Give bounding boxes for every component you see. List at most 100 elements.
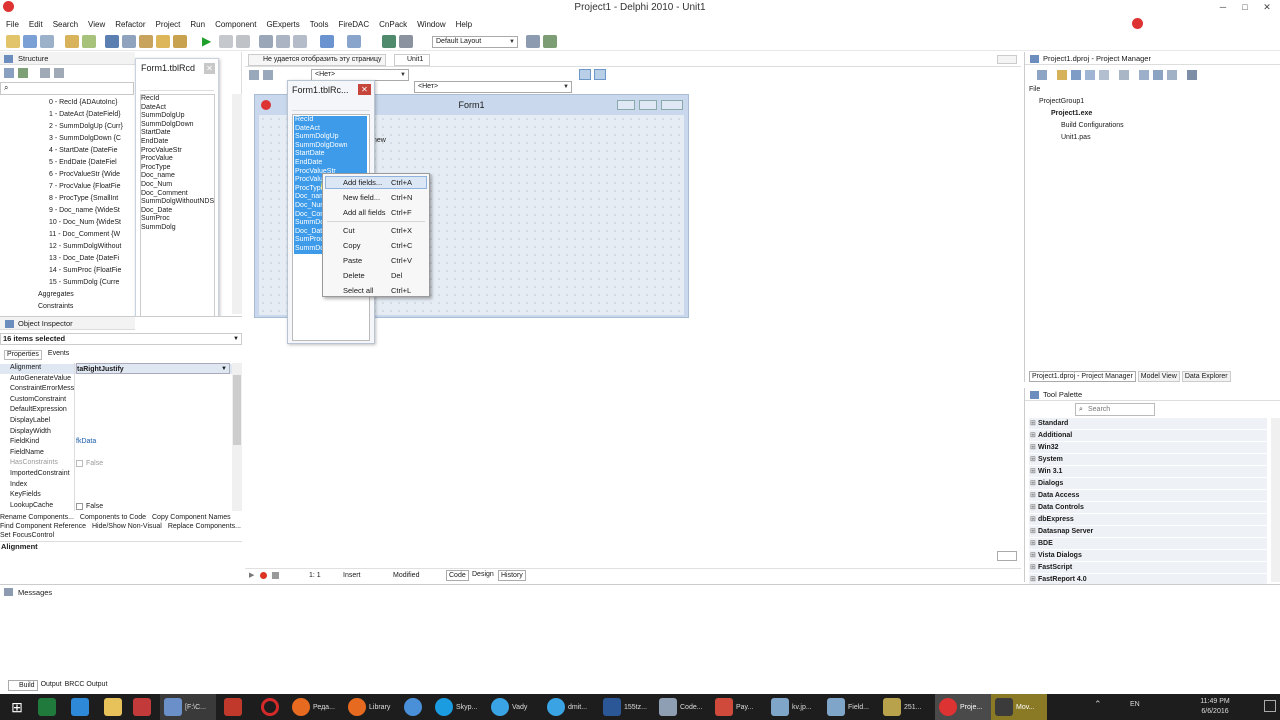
- clean-icon[interactable]: [1167, 70, 1177, 80]
- language-indicator[interactable]: EN: [1130, 701, 1140, 708]
- menu-run[interactable]: Run: [190, 20, 205, 29]
- category-additional[interactable]: Additional: [1029, 430, 1267, 442]
- open-icon[interactable]: [23, 35, 37, 48]
- structure-back-icon[interactable]: [4, 68, 14, 78]
- clock[interactable]: 11:49 PM 6/6/2016: [1180, 697, 1250, 717]
- forward-icon[interactable]: [347, 35, 361, 48]
- field-item[interactable]: SummDolgUp: [141, 112, 214, 121]
- remove-icon[interactable]: [1071, 70, 1081, 80]
- action-rename-components[interactable]: Rename Components...: [0, 514, 74, 521]
- category-data-access[interactable]: Data Access: [1029, 490, 1267, 502]
- field-item[interactable]: SummDolg: [141, 224, 214, 233]
- explorer-icon[interactable]: [104, 698, 122, 716]
- field-item[interactable]: RecId: [295, 116, 348, 125]
- tree-item[interactable]: 8 - ProcType {SmallInt: [49, 193, 135, 205]
- fields-editor-close-button[interactable]: ✕: [204, 63, 215, 74]
- category-win31[interactable]: Win 3.1: [1029, 466, 1267, 478]
- menu-gexperts[interactable]: GExperts: [266, 20, 299, 29]
- move-up-icon[interactable]: [40, 68, 50, 78]
- property-name[interactable]: FieldName: [10, 448, 74, 459]
- field-item[interactable]: SummDolgWithoutNDS: [141, 198, 214, 207]
- tab-unit1[interactable]: Unit1: [394, 54, 431, 66]
- taskbar-item-word[interactable]: 155tz...: [599, 694, 655, 720]
- menu-item-new-field[interactable]: New field... Ctrl+N: [343, 191, 443, 204]
- nav-icon[interactable]: [263, 70, 273, 80]
- step-over-icon[interactable]: [276, 35, 290, 48]
- action-hide-show-non-visual[interactable]: Hide/Show Non-Visual: [92, 523, 162, 530]
- property-name[interactable]: KeyFields: [10, 490, 74, 501]
- filezilla-icon[interactable]: [224, 698, 242, 716]
- field-item[interactable]: StartDate: [295, 150, 348, 159]
- property-name[interactable]: DisplayLabel: [10, 416, 74, 427]
- property-name[interactable]: LookupCache: [10, 501, 74, 512]
- tree-item[interactable]: 2 - SummDolgUp {Curr}: [49, 121, 135, 133]
- tree-item[interactable]: 0 - RecId {ADAutoInc}: [49, 97, 135, 109]
- structure-scrollbar[interactable]: [232, 94, 242, 314]
- category-system[interactable]: System: [1029, 454, 1267, 466]
- field-item[interactable]: ProcValueStr: [141, 147, 214, 156]
- property-name[interactable]: DefaultExpression: [10, 405, 74, 416]
- view-form-icon[interactable]: [139, 35, 153, 48]
- maximize-button[interactable]: □: [1234, 0, 1256, 14]
- minimize-button[interactable]: ─: [1212, 0, 1234, 14]
- layout-select[interactable]: Default Layout ▼: [432, 35, 518, 48]
- category-dialogs[interactable]: Dialogs: [1029, 478, 1267, 490]
- nav-icon[interactable]: [249, 70, 259, 80]
- menu-search[interactable]: Search: [53, 20, 78, 29]
- menu-view[interactable]: View: [88, 20, 105, 29]
- method-combo[interactable]: <Нет> ▼: [414, 81, 572, 93]
- property-name[interactable]: DisplayWidth: [10, 427, 74, 438]
- fields-editor-2-close-button[interactable]: ✕: [358, 84, 371, 95]
- tree-item[interactable]: 12 - SummDolgWithout: [49, 241, 135, 253]
- tree-item-project-exe[interactable]: Project1.exe: [1027, 108, 1257, 120]
- taskbar-item-library[interactable]: Library: [344, 694, 400, 720]
- category-datasnap-server[interactable]: Datasnap Server: [1029, 526, 1267, 538]
- taskbar-item-movie[interactable]: Mov...: [991, 694, 1047, 720]
- menu-firedac[interactable]: FireDAC: [338, 20, 369, 29]
- tree-item[interactable]: 15 - SummDolg {Curre: [49, 277, 135, 289]
- save-icon[interactable]: [105, 35, 119, 48]
- taskbar-item-dmit[interactable]: dmit...: [543, 694, 599, 720]
- build-icon[interactable]: [1139, 70, 1149, 80]
- save-all-icon[interactable]: [40, 35, 54, 48]
- edit-icon[interactable]: [594, 69, 606, 80]
- taskbar-item-editor[interactable]: Реда...: [288, 694, 344, 720]
- field-item[interactable]: EndDate: [141, 138, 214, 147]
- field-item[interactable]: SummDolgDown: [295, 142, 348, 151]
- action-replace-components[interactable]: Replace Components...: [168, 523, 241, 530]
- tab-browser-page[interactable]: Не удается отобразить эту страницу: [248, 54, 387, 66]
- menu-file[interactable]: File: [6, 20, 19, 29]
- taskbar-item-code[interactable]: Code...: [655, 694, 711, 720]
- macro-play-icon[interactable]: ▶: [249, 569, 254, 582]
- taskbar-item-fc[interactable]: [F:\C...: [160, 694, 216, 720]
- menu-item-select-all[interactable]: Select all Ctrl+L: [343, 284, 443, 297]
- alignment-value-field[interactable]: taRightJustify ▼: [76, 363, 230, 374]
- new-item-icon[interactable]: [1057, 70, 1067, 80]
- menu-item-add-fields[interactable]: Add fields... Ctrl+A: [343, 176, 443, 189]
- tree-item-build-configurations[interactable]: Build Configurations: [1027, 120, 1257, 132]
- tree-item-unit1[interactable]: Unit1.pas: [1027, 132, 1257, 144]
- field-item[interactable]: DateAct: [141, 104, 214, 113]
- tree-item[interactable]: 10 - Doc_Num {WideSt: [49, 217, 135, 229]
- taskbar-item-vady[interactable]: Vady: [487, 694, 543, 720]
- menu-item-paste[interactable]: Paste Ctrl+V: [343, 254, 443, 267]
- menu-help[interactable]: Help: [456, 20, 472, 29]
- pause-icon[interactable]: [219, 35, 233, 48]
- field-item[interactable]: RecId: [141, 95, 214, 104]
- menu-window[interactable]: Window: [417, 20, 445, 29]
- field-item[interactable]: StartDate: [141, 129, 214, 138]
- fieldkind-value[interactable]: fkData: [76, 438, 96, 445]
- palette-scrollbar[interactable]: [1271, 418, 1280, 582]
- components-icon[interactable]: [382, 35, 396, 48]
- tree-item[interactable]: 13 - Doc_Date {DateFi: [49, 253, 135, 265]
- chrome-icon[interactable]: [404, 698, 422, 716]
- new-form-icon[interactable]: [173, 35, 187, 48]
- field-item[interactable]: SummDolgDown: [141, 121, 214, 130]
- hasconstraints-value[interactable]: False: [76, 460, 103, 467]
- palette-search-input[interactable]: ⌕ Search: [1075, 403, 1155, 416]
- tab-brcc-output[interactable]: BRCC Output: [65, 680, 108, 691]
- fields-editor-navigator[interactable]: [140, 81, 214, 91]
- notifications-icon[interactable]: [1264, 700, 1276, 712]
- taskbar-item-kv[interactable]: kv.jp...: [767, 694, 823, 720]
- category-fastscript[interactable]: FastScript: [1029, 562, 1267, 574]
